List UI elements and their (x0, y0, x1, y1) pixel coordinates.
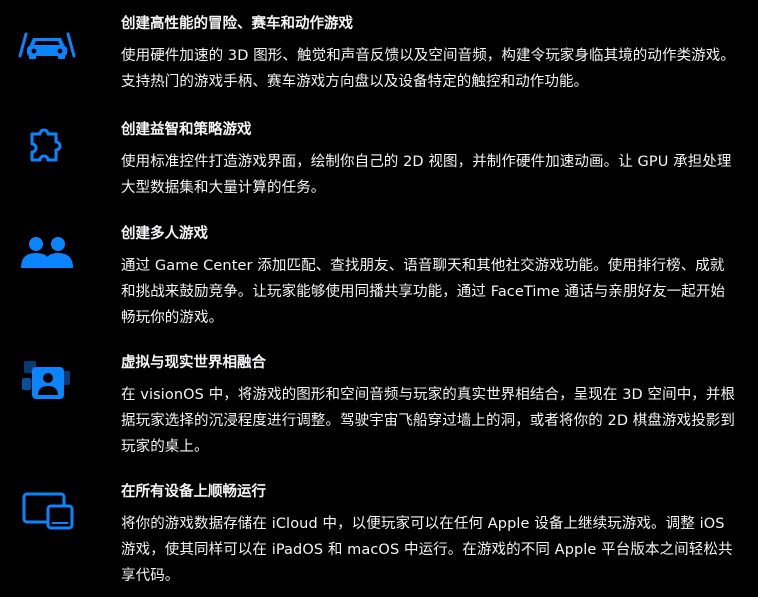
people-icon (18, 232, 76, 272)
feature-description: 将你的游戏数据存储在 iCloud 中，以便玩家可以在任何 Apple 设备上继… (121, 516, 733, 584)
puzzle-icon (18, 128, 76, 168)
feature-title: 创建益智和策略游戏 (121, 122, 252, 138)
feature-title: 创建高性能的冒险、赛车和动作游戏 (121, 16, 353, 32)
feature-description: 使用标准控件打造游戏界面，绘制你自己的 2D 视图，并制作硬件加速动画。让 GP… (121, 154, 732, 196)
feature-title: 在所有设备上顺畅运行 (121, 484, 266, 500)
feature-title: 虚拟与现实世界相融合 (121, 355, 266, 371)
feature-text: 创建高性能的冒险、赛车和动作游戏 使用硬件加速的 3D 图形、触觉和声音反馈以及… (121, 14, 736, 95)
features-list: 创建高性能的冒险、赛车和动作游戏 使用硬件加速的 3D 图形、触觉和声音反馈以及… (0, 0, 758, 597)
feature-text: 在所有设备上顺畅运行 将你的游戏数据存储在 iCloud 中，以便玩家可以在任何… (121, 482, 736, 589)
car-icon (18, 28, 76, 68)
feature-text: 虚拟与现实世界相融合 在 visionOS 中，将游戏的图形和空间音频与玩家的真… (121, 353, 736, 460)
feature-description: 通过 Game Center 添加匹配、查找朋友、语音聊天和其他社交游戏功能。使… (121, 258, 726, 326)
feature-description: 在 visionOS 中，将游戏的图形和空间音频与玩家的真实世界相结合，呈现在 … (121, 387, 736, 455)
person-spatial-icon (18, 359, 76, 399)
feature-text: 创建益智和策略游戏 使用标准控件打造游戏界面，绘制你自己的 2D 视图，并制作硬… (121, 120, 736, 201)
feature-title: 创建多人游戏 (121, 226, 208, 242)
devices-icon (18, 490, 76, 530)
feature-text: 创建多人游戏 通过 Game Center 添加匹配、查找朋友、语音聊天和其他社… (121, 224, 736, 331)
feature-description: 使用硬件加速的 3D 图形、触觉和声音反馈以及空间音频，构建令玩家身临其境的动作… (121, 48, 736, 90)
